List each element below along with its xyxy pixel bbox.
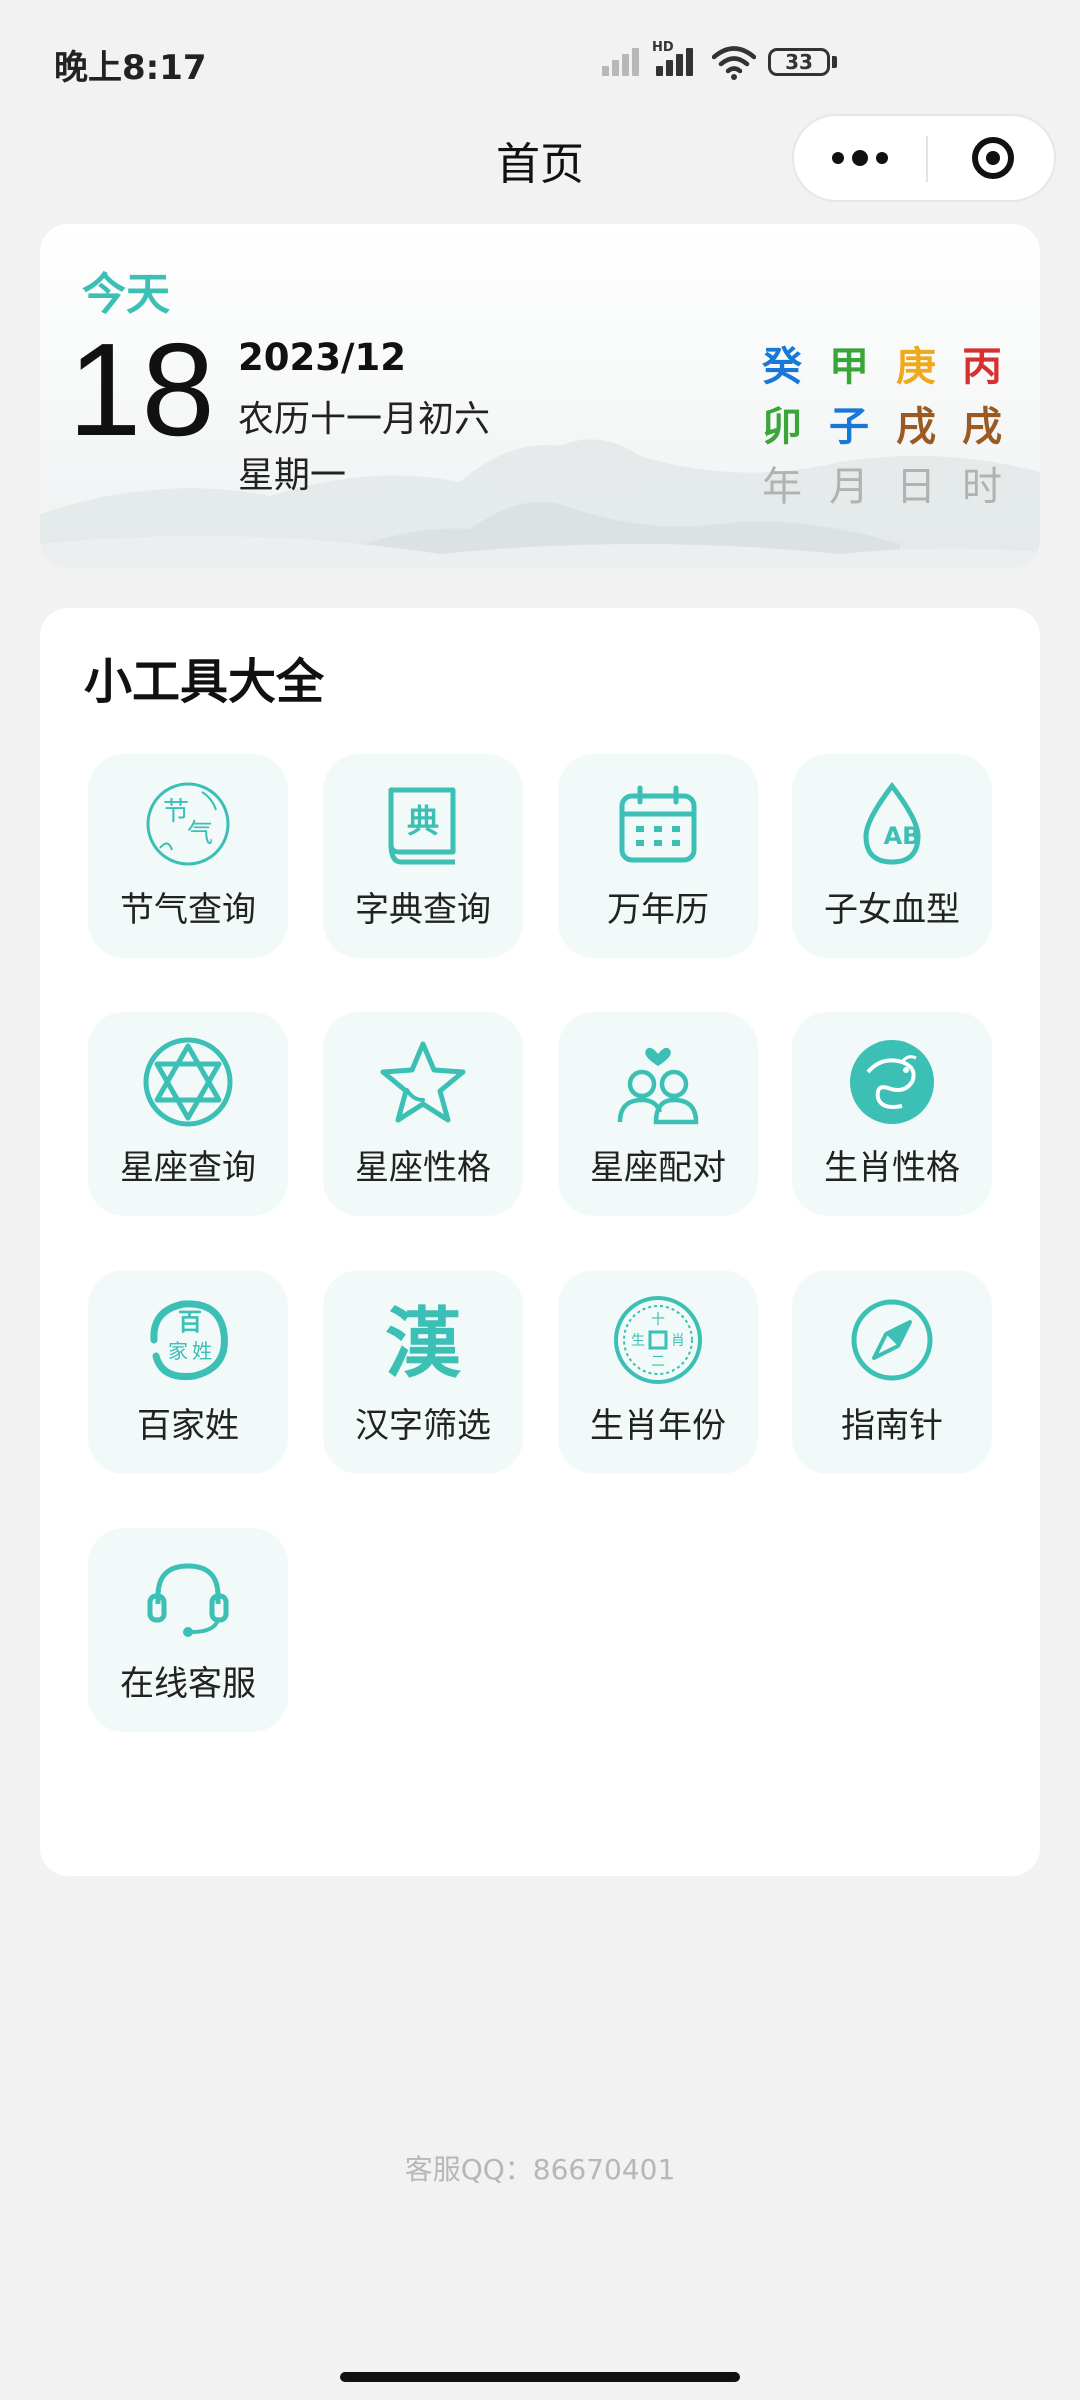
svg-text:典: 典 — [407, 802, 439, 840]
day-stem: 庚 — [896, 344, 936, 390]
surname-seal-icon: 百 家 姓 — [150, 1300, 228, 1381]
tool-solar-terms[interactable]: 节 气 节气查询 — [88, 754, 288, 958]
year-stem: 癸 — [762, 344, 802, 390]
dot-icon — [876, 152, 888, 164]
dot-icon — [832, 152, 844, 164]
zodiac-coin-icon: 十 二 生 肖 — [614, 1296, 702, 1384]
svg-text:十: 十 — [651, 1312, 665, 1328]
tool-compass[interactable]: 指南针 — [792, 1270, 992, 1474]
solar-term-icon: 节 气 — [146, 782, 230, 866]
tool-label: 汉字筛选 — [355, 1406, 491, 1446]
hexagram-star-icon — [143, 1037, 233, 1127]
calendar-icon — [619, 785, 697, 863]
tool-hundred-surnames[interactable]: 百 家 姓 百家姓 — [88, 1270, 288, 1474]
cellular-signal-hd-icon — [656, 44, 704, 76]
svg-text:百: 百 — [178, 1308, 202, 1336]
svg-text:肖: 肖 — [671, 1333, 685, 1349]
tool-character-filter[interactable]: 漢 汉字筛选 — [323, 1270, 523, 1474]
month-label: 月 — [829, 464, 869, 510]
month-branch: 子 — [829, 404, 869, 450]
tool-label: 星座性格 — [355, 1148, 491, 1188]
tool-constellation-match[interactable]: 星座配对 — [558, 1012, 758, 1216]
more-menu-button[interactable] — [794, 116, 926, 200]
battery-icon: 33 — [768, 48, 830, 76]
battery-tip — [832, 56, 837, 68]
tool-label: 生肖性格 — [824, 1148, 960, 1188]
svg-text:二: 二 — [651, 1354, 665, 1370]
tool-label: 星座配对 — [590, 1148, 726, 1188]
cellular-signal-icon — [602, 44, 650, 76]
hour-stem: 丙 — [962, 344, 1002, 390]
home-indicator[interactable] — [340, 2372, 740, 2382]
status-bar: 晚上8:17 HD 33 — [0, 0, 1080, 120]
tool-zodiac-personality[interactable]: 生肖性格 — [792, 1012, 992, 1216]
svg-text:节: 节 — [163, 797, 189, 827]
status-time: 晚上8:17 — [54, 48, 207, 88]
dot-icon — [852, 150, 868, 166]
day-branch: 戌 — [896, 404, 936, 450]
mini-program-capsule — [792, 114, 1056, 202]
tool-child-blood-type[interactable]: AB 子女血型 — [792, 754, 992, 958]
lunar-date: 农历十一月初六 — [238, 399, 491, 440]
han-character-icon: 漢 — [385, 1299, 462, 1386]
svg-text:气: 气 — [187, 819, 213, 849]
tool-online-service[interactable]: 在线客服 — [88, 1528, 288, 1732]
tool-label: 字典查询 — [355, 890, 491, 930]
today-date-card: 今天 18 2023/12 农历十一月初六 星期一 癸 甲 庚 丙 卯 子 戌 … — [40, 224, 1040, 568]
weekday: 星期一 — [238, 455, 347, 496]
today-label: 今天 — [82, 269, 170, 320]
tool-label: 指南针 — [841, 1406, 943, 1446]
tool-label: 在线客服 — [120, 1664, 256, 1704]
tool-constellation-query[interactable]: 星座查询 — [88, 1012, 288, 1216]
compass-icon — [851, 1299, 933, 1381]
close-mini-program-button[interactable] — [928, 116, 1056, 200]
tool-label: 百家姓 — [137, 1406, 239, 1446]
tools-section-title: 小工具大全 — [84, 654, 325, 710]
svg-text:漢: 漢 — [385, 1299, 462, 1386]
tool-label: 节气查询 — [120, 890, 256, 930]
tool-label: 生肖年份 — [590, 1406, 726, 1446]
day-label: 日 — [896, 464, 936, 510]
svg-text:生: 生 — [631, 1333, 645, 1349]
year-month: 2023/12 — [238, 336, 406, 379]
target-dot-icon — [986, 151, 1000, 165]
star-outline-icon — [380, 1041, 466, 1123]
tool-label: 星座查询 — [120, 1148, 256, 1188]
tool-label: 万年历 — [607, 890, 709, 930]
service-qq-text: 客服QQ：86670401 — [404, 2153, 676, 2186]
blood-type-drop-icon: AB — [863, 781, 921, 865]
svg-text:家: 家 — [168, 1339, 188, 1363]
tool-perpetual-calendar[interactable]: 万年历 — [558, 754, 758, 958]
tool-zodiac-year[interactable]: 十 二 生 肖 生肖年份 — [558, 1270, 758, 1474]
dragon-emblem-icon — [850, 1040, 934, 1124]
year-label: 年 — [762, 464, 802, 510]
day-number: 18 — [68, 316, 215, 463]
month-stem: 甲 — [829, 344, 869, 390]
svg-text:姓: 姓 — [192, 1339, 212, 1363]
svg-text:AB: AB — [884, 822, 921, 850]
year-branch: 卯 — [762, 404, 802, 450]
couple-heart-icon — [617, 1047, 699, 1125]
hour-branch: 戌 — [962, 404, 1002, 450]
wifi-icon — [712, 46, 756, 80]
hour-label: 时 — [962, 464, 1002, 510]
tool-constellation-personality[interactable]: 星座性格 — [323, 1012, 523, 1216]
dictionary-book-icon: 典 — [388, 787, 456, 865]
tool-label: 子女血型 — [824, 890, 960, 930]
headset-icon — [147, 1563, 229, 1637]
tool-dictionary[interactable]: 典 字典查询 — [323, 754, 523, 958]
tools-card: 小工具大全 节 气 节气查询 典 字典查询 万年历 AB 子女血型 星座查询 星… — [40, 608, 1040, 1876]
